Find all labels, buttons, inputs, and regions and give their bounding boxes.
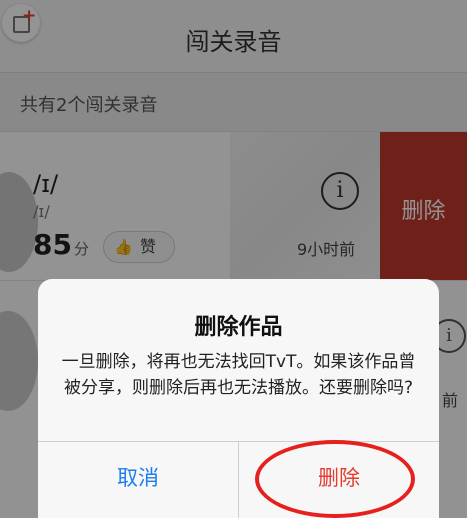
dialog-title: 删除作品 bbox=[194, 315, 283, 340]
highlight-annotation-circle bbox=[255, 440, 415, 518]
cancel-button[interactable]: 取消 bbox=[38, 442, 238, 518]
dialog-message: 一旦删除，将再也无法找回TvT。如果该作品曾被分享，则删除后再也无法播放。还要删… bbox=[61, 352, 416, 398]
